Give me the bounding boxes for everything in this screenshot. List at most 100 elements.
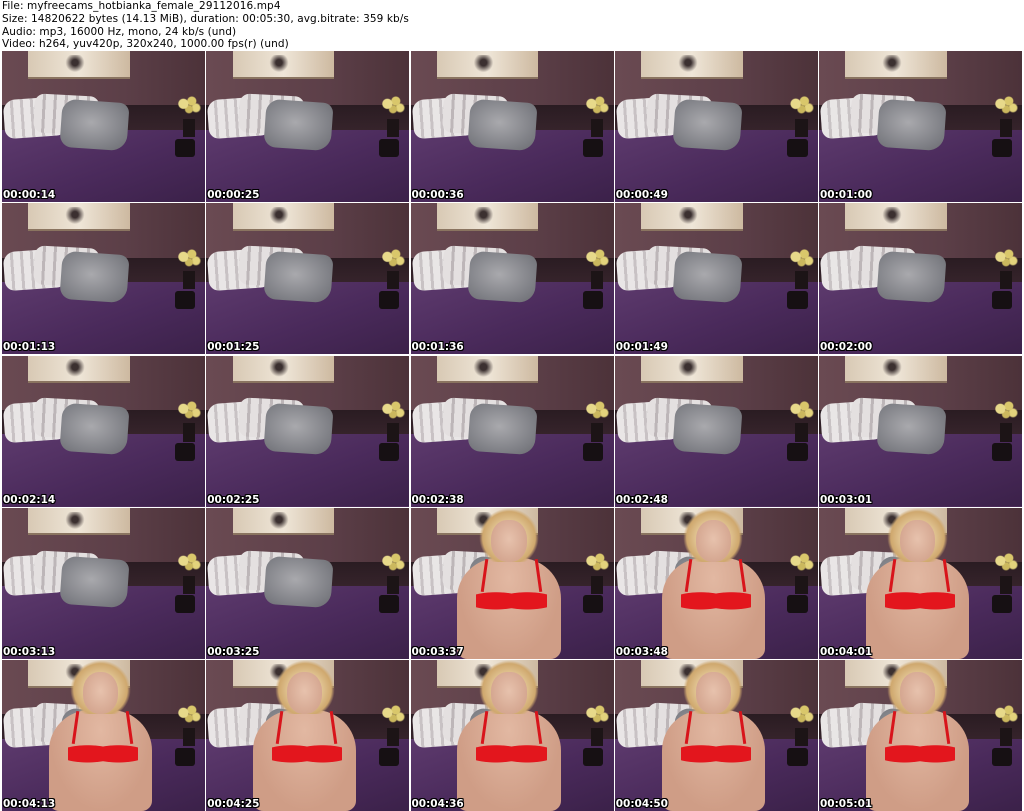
gray-pillow [263,403,334,456]
video-thumbnail: 00:01:25 [206,203,410,355]
gray-pillow [672,250,743,304]
person-figure [655,507,781,659]
flower-vase [787,550,816,578]
file-size-line: Size: 14820622 bytes (14.13 MiB), durati… [2,12,409,25]
thumbnail-timestamp: 00:01:00 [820,189,873,201]
video-thumbnail: 00:02:25 [206,355,410,507]
thumbnail-timestamp: 00:00:36 [411,189,464,201]
gray-pillow [876,98,947,152]
flower-vase [174,397,203,425]
thumbnail-timestamp: 00:04:50 [615,798,668,810]
video-thumbnail: 00:03:01 [819,355,1022,507]
thumbnail-timestamp: 00:00:49 [615,189,668,201]
thumbnail-timestamp: 00:02:38 [411,493,464,506]
wall-picture [845,355,947,384]
flower-vase [787,397,816,425]
thumbnail-timestamp: 00:01:13 [3,341,56,354]
person-figure [451,660,577,811]
video-thumbnail: 00:04:25 [206,660,410,811]
file-info-header: File: myfreecams_hotbianka_female_291120… [2,0,409,51]
video-thumbnail: 00:03:13 [2,507,205,659]
flower-vase [991,245,1020,273]
flower-vase [583,550,612,578]
thumbnail-timestamp: 00:03:48 [615,645,668,658]
flower-vase [787,245,816,273]
wall-picture [845,51,947,79]
wall-picture [641,355,743,384]
wall-picture [28,507,130,536]
gray-pillow [672,98,743,152]
video-thumbnail: 00:01:49 [614,203,818,355]
wall-picture [232,203,335,231]
gray-pillow [59,250,130,304]
flower-vase [991,702,1020,730]
person-figure [247,660,373,811]
gray-pillow [467,250,538,304]
wall-picture [436,203,539,231]
thumbnail-grid: 00:00:14 00:00:25 00:00:36 00:00:49 00:01:00… [2,51,1022,811]
video-thumbnail: 00:01:36 [410,203,614,355]
gray-pillow [263,250,334,304]
wall-picture [28,51,130,79]
flower-vase [583,245,612,273]
thumbnail-timestamp: 00:02:25 [207,493,260,506]
gray-pillow [467,98,538,152]
thumbnail-timestamp: 00:04:13 [3,798,56,810]
thumbnail-timestamp: 00:02:48 [615,493,668,506]
thumbnail-timestamp: 00:04:25 [207,798,260,810]
gray-pillow [876,250,947,304]
video-thumbnail: 00:04:36 [410,660,614,811]
video-thumbnail: 00:02:00 [819,203,1022,355]
video-thumbnail: 00:00:49 [614,51,818,202]
flower-vase [378,93,408,121]
person-figure [655,660,781,811]
video-thumbnail: 00:00:36 [410,51,614,202]
thumbnail-timestamp: 00:00:14 [3,189,56,201]
flower-vase [991,93,1020,121]
thumbnail-timestamp: 00:03:01 [820,493,873,506]
thumbnail-timestamp: 00:05:01 [820,798,873,810]
video-thumbnail: 00:00:14 [2,51,205,202]
thumbnail-timestamp: 00:03:37 [411,645,464,658]
gray-pillow [59,98,130,152]
flower-vase [787,93,816,121]
flower-vase [583,702,612,730]
gray-pillow [467,403,538,456]
thumbnail-timestamp: 00:03:13 [3,645,56,658]
flower-vase [787,702,816,730]
flower-vase [378,397,408,425]
video-thumbnail: 00:03:48 [614,507,818,659]
flower-vase [991,550,1020,578]
thumbnail-timestamp: 00:01:49 [615,341,668,354]
thumbnail-timestamp: 00:01:25 [207,341,260,354]
video-thumbnail: 00:01:00 [819,51,1022,202]
gray-pillow [263,555,334,609]
flower-vase [378,550,408,578]
video-thumbnail: 00:02:38 [410,355,614,507]
video-thumbnail: 00:02:14 [2,355,205,507]
video-thumbnail: 00:03:25 [206,507,410,659]
video-thumbnail: 00:04:50 [614,660,818,811]
video-thumbnail: 00:04:01 [819,507,1022,659]
wall-picture [436,51,539,79]
flower-vase [378,245,408,273]
thumbnail-timestamp: 00:04:36 [411,798,464,810]
wall-picture [232,507,335,536]
flower-vase [583,93,612,121]
thumbnail-timestamp: 00:01:36 [411,341,464,354]
flower-vase [378,702,408,730]
video-thumbnail: 00:01:13 [2,203,205,355]
wall-picture [641,51,743,79]
flower-vase [174,245,203,273]
person-figure [451,507,577,659]
video-thumbnail: 00:04:13 [2,660,205,811]
gray-pillow [672,403,743,456]
person-figure [43,660,169,811]
gray-pillow [59,403,130,456]
wall-picture [28,203,130,231]
file-name-line: File: myfreecams_hotbianka_female_291120… [2,0,281,12]
flower-vase [174,702,203,730]
video-thumbnail: 00:00:25 [206,51,410,202]
thumbnail-timestamp: 00:04:01 [820,645,873,658]
flower-vase [174,93,203,121]
